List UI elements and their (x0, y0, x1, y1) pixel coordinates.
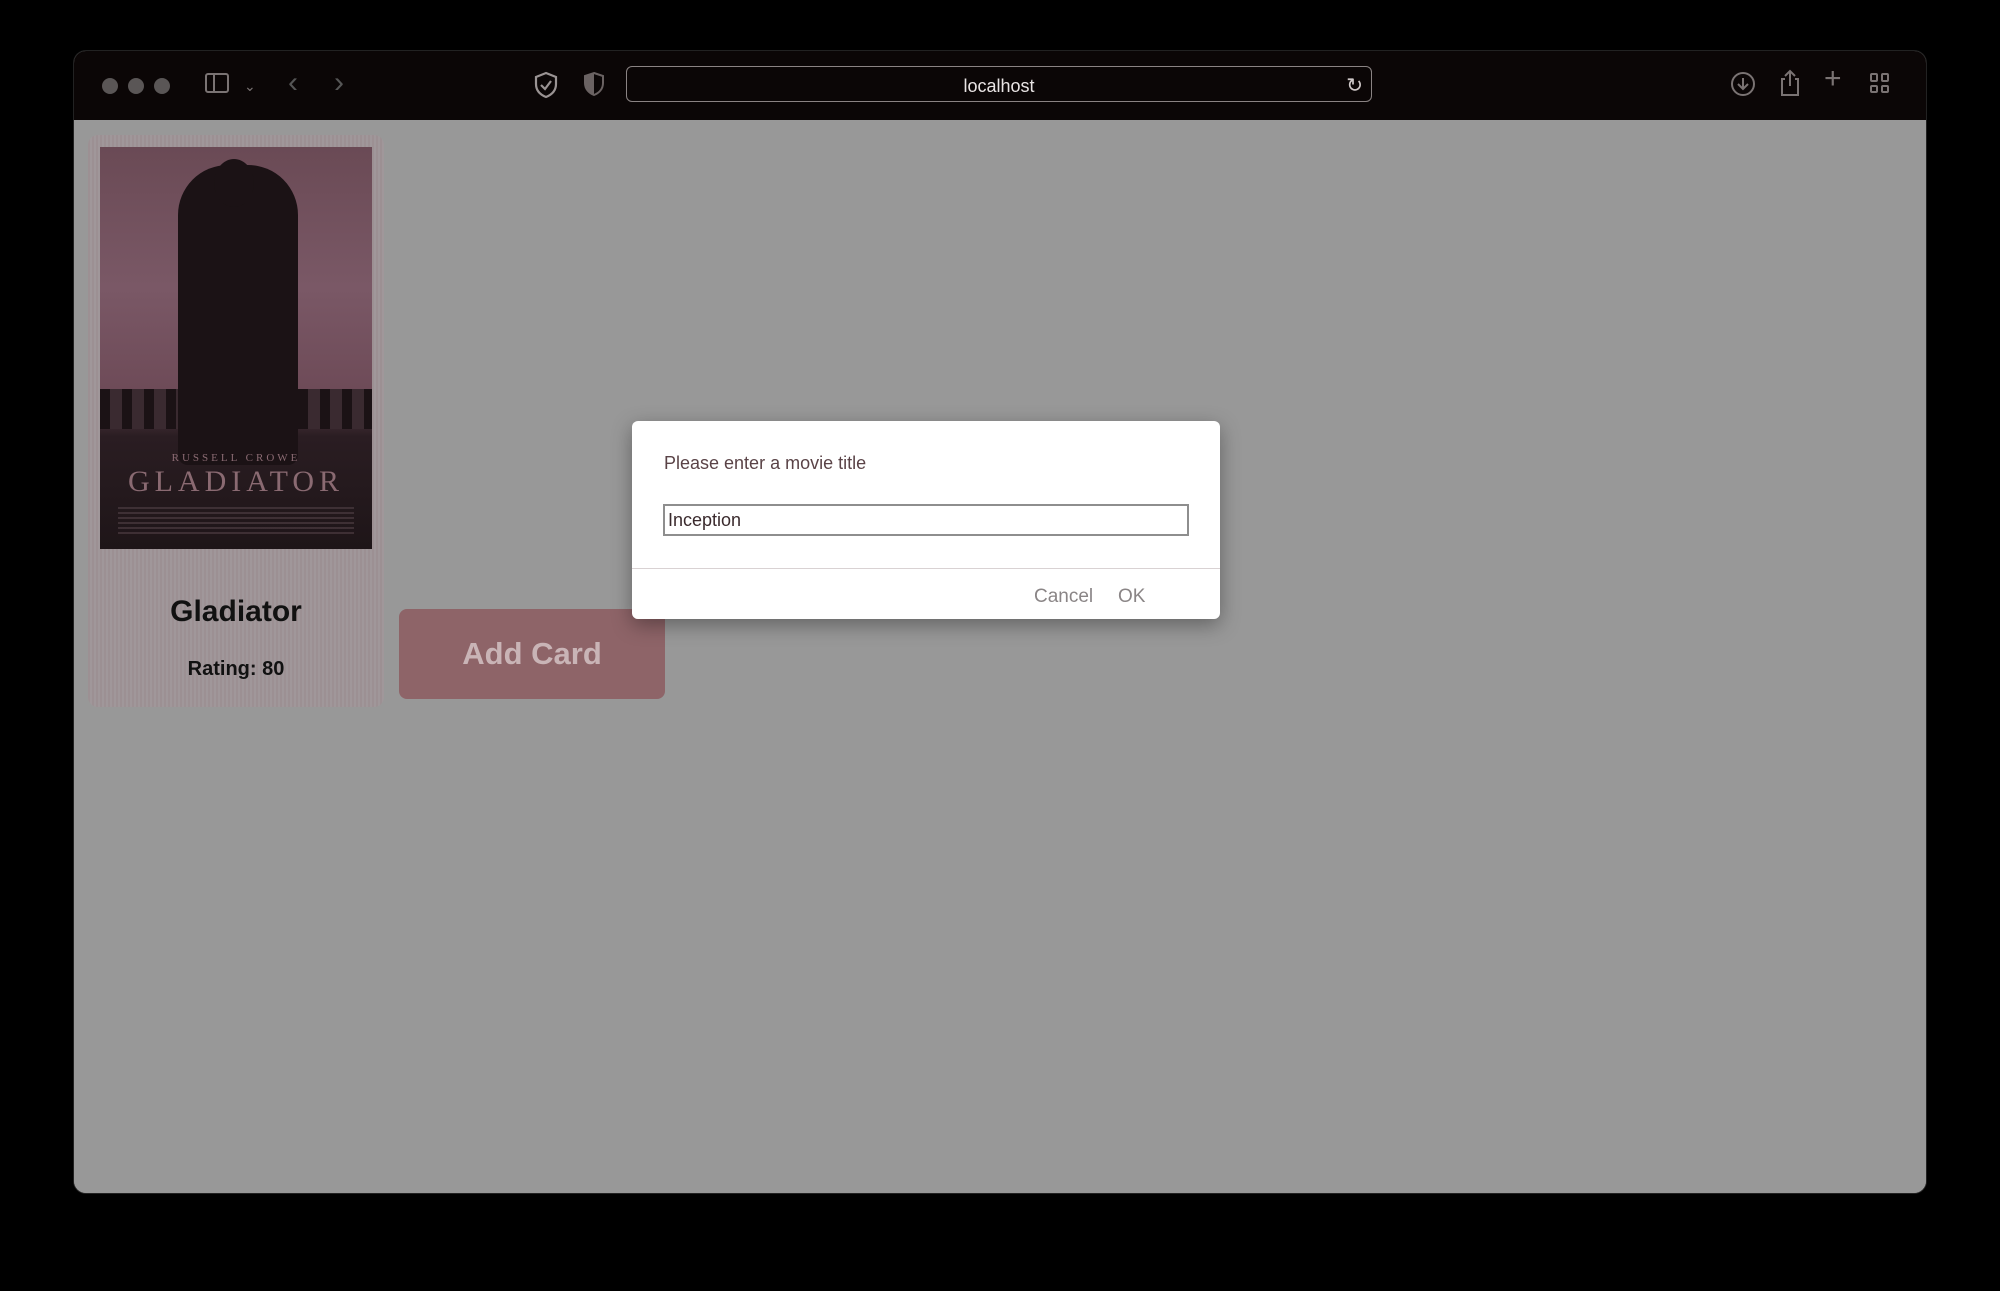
poster-figure (178, 159, 298, 465)
cancel-button[interactable]: Cancel (1034, 586, 1093, 608)
close-window-button[interactable] (102, 78, 118, 94)
grid-icon[interactable] (1870, 73, 1890, 93)
url-text: localhost (963, 76, 1035, 96)
movie-card: RUSSELL CROWE GLADIATOR Gladiator Rating… (88, 135, 384, 707)
minimize-window-button[interactable] (128, 78, 144, 94)
add-card-button[interactable]: Add Card (399, 609, 665, 699)
download-icon[interactable] (1730, 71, 1756, 102)
share-icon[interactable] (1778, 69, 1802, 102)
address-bar[interactable]: localhost ↻ (626, 66, 1372, 102)
privacy-report-icon[interactable] (583, 71, 605, 102)
dialog-divider (632, 568, 1220, 569)
sidebar-icon[interactable] (205, 73, 229, 93)
card-title: Gladiator (170, 595, 302, 628)
chevron-down-icon[interactable]: ⌄ (244, 74, 256, 98)
card-rating: Rating: 80 (187, 658, 285, 680)
page-content: RUSSELL CROWE GLADIATOR Gladiator Rating… (74, 120, 1926, 1193)
maximize-window-button[interactable] (154, 78, 170, 94)
chevron-right-icon[interactable]: › (334, 68, 344, 98)
browser-toolbar: ⌄ ‹ › localhost ↻ + (74, 51, 1926, 121)
movie-title-input[interactable] (663, 504, 1189, 536)
poster-actor-text: RUSSELL CROWE (171, 452, 301, 464)
shield-icon[interactable] (533, 71, 559, 104)
poster-credits (118, 507, 354, 537)
reload-icon[interactable]: ↻ (1346, 73, 1363, 98)
ok-button[interactable]: OK (1118, 586, 1145, 608)
poster-title-text: GLADIATOR (127, 465, 345, 498)
dialog-message: Please enter a movie title (664, 453, 867, 473)
prompt-dialog: Please enter a movie title Cancel OK (632, 421, 1220, 619)
browser-window: ⌄ ‹ › localhost ↻ + RUSSELL CROWE GLADIA… (74, 51, 1926, 1193)
plus-icon[interactable]: + (1824, 64, 1842, 94)
chevron-left-icon[interactable]: ‹ (288, 68, 298, 98)
movie-poster: RUSSELL CROWE GLADIATOR (100, 147, 372, 549)
